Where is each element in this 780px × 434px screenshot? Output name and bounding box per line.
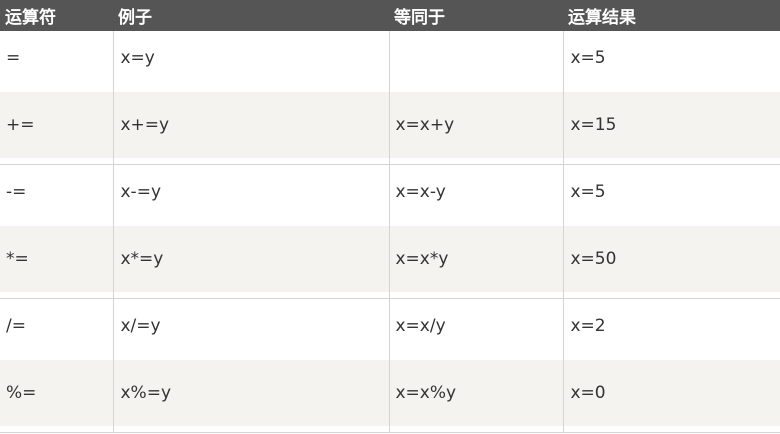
operator-table: 运算符 例子 等同于 运算结果 = x=y x=5 += x+=y x=x+y …	[0, 0, 780, 433]
table-row: /= x/=y x=x/y x=2	[0, 292, 780, 366]
result-cell: x=2	[563, 292, 780, 360]
equivalent-cell: x=x-y	[389, 158, 564, 226]
equivalent-cell	[389, 25, 564, 92]
equivalent-cell: x=x+y	[389, 91, 564, 159]
result-cell: x=5	[563, 158, 780, 226]
operator-cell: /=	[0, 292, 114, 360]
table-row: *= x*=y x=x*y x=50	[0, 225, 780, 299]
example-cell: x*=y	[113, 225, 390, 293]
operator-cell: -=	[0, 158, 114, 226]
equivalent-cell: x=x%y	[389, 359, 564, 427]
example-cell: x%=y	[113, 359, 390, 427]
example-cell: x/=y	[113, 292, 390, 360]
result-cell: x=5	[563, 25, 780, 92]
result-cell: x=15	[563, 91, 780, 159]
example-cell: x-=y	[113, 158, 390, 226]
table-row: += x+=y x=x+y x=15	[0, 91, 780, 165]
example-cell: x=y	[113, 25, 390, 92]
equivalent-cell: x=x/y	[389, 292, 564, 360]
operator-cell: +=	[0, 91, 114, 159]
operator-cell: *=	[0, 225, 114, 293]
example-cell: x+=y	[113, 91, 390, 159]
table-row: %= x%=y x=x%y x=0	[0, 359, 780, 433]
equivalent-cell: x=x*y	[389, 225, 564, 293]
table-row: -= x-=y x=x-y x=5	[0, 158, 780, 232]
operator-cell: %=	[0, 359, 114, 427]
operator-cell: =	[0, 25, 114, 92]
table-row: = x=y x=5	[0, 25, 780, 98]
result-cell: x=0	[563, 359, 780, 427]
result-cell: x=50	[563, 225, 780, 293]
